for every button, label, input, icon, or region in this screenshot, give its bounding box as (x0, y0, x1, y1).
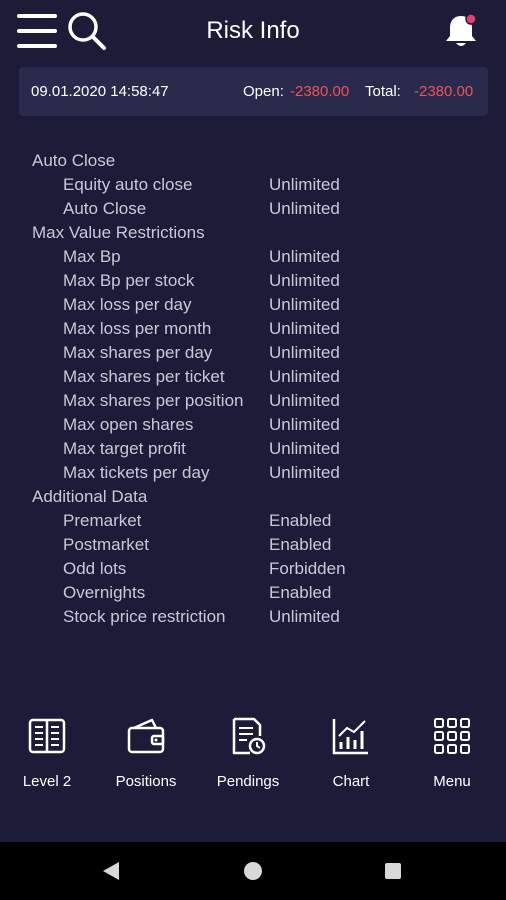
item-value: Unlimited (269, 367, 340, 386)
list-item: Max target profit Unlimited (32, 437, 472, 461)
list-item: Overnights Enabled (32, 581, 472, 605)
nav-label: Chart (332, 773, 370, 790)
account-summary-panel: 09.01.2020 14:58:47 Open: -2380.00 Total… (19, 67, 488, 116)
open-value: -2380.00 (290, 83, 350, 100)
item-value: Forbidden (269, 559, 346, 578)
item-value: Unlimited (269, 391, 340, 410)
item-key: Equity auto close (63, 175, 193, 194)
list-item: Stock price restriction Unlimited (32, 605, 472, 629)
item-value: Unlimited (269, 607, 340, 626)
item-value: Enabled (269, 535, 332, 554)
item-key: Auto Close (63, 199, 147, 218)
nav-label: Pendings (216, 773, 280, 790)
nav-positions-button[interactable]: Positions (101, 712, 191, 802)
list-item: Max shares per position Unlimited (32, 389, 472, 413)
list-item: Max shares per day Unlimited (32, 341, 472, 365)
list-item: Postmarket Enabled (32, 533, 472, 557)
risk-info-list: Auto Close Equity auto close Unlimited Au… (32, 149, 472, 629)
item-value: Unlimited (269, 319, 340, 338)
bar-chart-icon (332, 719, 368, 755)
level2-book-icon (28, 718, 66, 754)
list-item: Max loss per day Unlimited (32, 293, 472, 317)
wallet-icon (127, 718, 165, 754)
item-key: Max open shares (63, 415, 194, 434)
total-label: Total: (365, 83, 401, 100)
top-app-bar: Risk Info (0, 0, 506, 64)
list-item: Max loss per month Unlimited (32, 317, 472, 341)
nav-level2-button[interactable]: Level 2 (2, 712, 92, 802)
item-key: Postmarket (63, 535, 149, 554)
section-header: Additional Data (32, 487, 148, 506)
list-item: Max Bp per stock Unlimited (32, 269, 472, 293)
total-value: -2380.00 (414, 83, 474, 100)
timestamp: 09.01.2020 14:58:47 (31, 83, 169, 100)
list-item: Max open shares Unlimited (32, 413, 472, 437)
item-value: Enabled (269, 583, 332, 602)
grid-menu-icon (434, 718, 470, 754)
open-label: Open: (243, 83, 284, 100)
item-key: Overnights (63, 583, 146, 602)
list-item: Max Bp Unlimited (32, 245, 472, 269)
notification-dot (465, 13, 477, 25)
item-key: Max tickets per day (63, 463, 210, 482)
item-value: Unlimited (269, 463, 340, 482)
list-item: Premarket Enabled (32, 509, 472, 533)
bottom-navigation: Level 2 Positions Pendings Chart Menu (0, 700, 506, 810)
list-item: Max tickets per day Unlimited (32, 461, 472, 485)
item-key: Odd lots (63, 559, 127, 578)
item-value: Enabled (269, 511, 332, 530)
item-value: Unlimited (269, 271, 340, 290)
list-item: Equity auto close Unlimited (32, 173, 472, 197)
search-icon[interactable] (66, 10, 108, 52)
item-key: Max shares per position (63, 391, 244, 410)
nav-label: Level 2 (22, 773, 72, 790)
item-key: Max shares per day (63, 343, 213, 362)
nav-label: Menu (433, 773, 471, 790)
list-item: Auto Close Unlimited (32, 197, 472, 221)
item-value: Unlimited (269, 343, 340, 362)
item-key: Max loss per day (63, 295, 192, 314)
nav-label: Positions (115, 773, 177, 790)
bell-icon[interactable] (443, 12, 479, 50)
item-value: Unlimited (269, 175, 340, 194)
nav-pendings-button[interactable]: Pendings (203, 712, 293, 802)
item-key: Max shares per ticket (63, 367, 225, 386)
list-item: Odd lots Forbidden (32, 557, 472, 581)
recents-square-icon[interactable] (378, 856, 408, 886)
item-key: Max loss per month (63, 319, 212, 338)
item-key: Max Bp per stock (63, 271, 195, 290)
list-item: Max shares per ticket Unlimited (32, 365, 472, 389)
item-value: Unlimited (269, 199, 340, 218)
system-navigation-bar (0, 842, 506, 900)
item-value: Unlimited (269, 439, 340, 458)
item-value: Unlimited (269, 247, 340, 266)
section-header: Max Value Restrictions (32, 223, 205, 242)
nav-menu-button[interactable]: Menu (407, 712, 497, 802)
item-key: Max Bp (63, 247, 121, 266)
item-value: Unlimited (269, 415, 340, 434)
item-key: Premarket (63, 511, 142, 530)
pending-document-icon (232, 717, 266, 755)
hamburger-menu-icon[interactable] (17, 12, 57, 50)
item-key: Max target profit (63, 439, 186, 458)
section-header: Auto Close (32, 151, 116, 170)
nav-chart-button[interactable]: Chart (306, 712, 396, 802)
item-value: Unlimited (269, 295, 340, 314)
back-triangle-icon[interactable] (97, 856, 127, 886)
home-circle-icon[interactable] (238, 856, 268, 886)
item-key: Stock price restriction (63, 607, 226, 626)
